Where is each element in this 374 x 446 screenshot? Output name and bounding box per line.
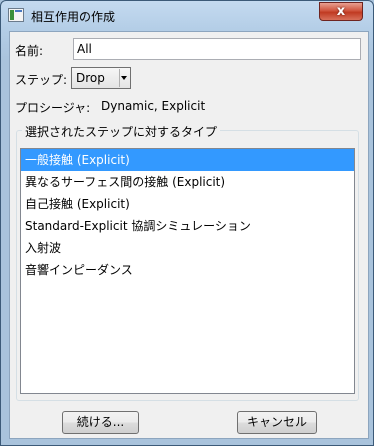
type-list-item[interactable]: 異なるサーフェス間の接触 (Explicit) bbox=[21, 171, 354, 193]
type-list[interactable]: 一般接触 (Explicit) 異なるサーフェス間の接触 (Explicit) 自己… bbox=[20, 148, 355, 394]
step-selected-value: Drop bbox=[76, 71, 105, 85]
window-title: 相互作用の作成 bbox=[31, 10, 116, 24]
name-label: 名前: bbox=[15, 44, 44, 58]
type-list-item[interactable]: 一般接触 (Explicit) bbox=[21, 149, 354, 171]
step-dropdown-button[interactable] bbox=[119, 69, 129, 87]
type-group-label: 選択されたステップに対するタイプ bbox=[22, 123, 221, 140]
type-list-item[interactable]: 入射波 bbox=[21, 237, 354, 259]
title-bar[interactable]: 相互作用の作成 x bbox=[1, 1, 373, 31]
type-list-item[interactable]: 自己接触 (Explicit) bbox=[21, 193, 354, 215]
chevron-down-icon bbox=[121, 76, 127, 80]
cancel-button[interactable]: キャンセル bbox=[237, 411, 317, 434]
dialog-window: 相互作用の作成 x 名前: ステップ: Drop プロシージャ: Dynamic… bbox=[0, 0, 374, 446]
name-input[interactable] bbox=[73, 38, 361, 60]
type-list-item[interactable]: Standard-Explicit 協調シミュレーション bbox=[21, 215, 354, 237]
procedure-value: Dynamic, Explicit bbox=[101, 99, 206, 113]
step-label: ステップ: bbox=[15, 73, 68, 87]
dialog-body: 名前: ステップ: Drop プロシージャ: Dynamic, Explicit… bbox=[9, 31, 369, 439]
procedure-label: プロシージャ: bbox=[15, 101, 91, 115]
type-list-item[interactable]: 音響インピーダンス bbox=[21, 259, 354, 281]
continue-button[interactable]: 続ける... bbox=[62, 411, 139, 434]
step-dropdown[interactable]: Drop bbox=[71, 67, 131, 89]
app-window-icon bbox=[8, 8, 24, 22]
close-button[interactable]: x bbox=[319, 2, 363, 21]
close-icon: x bbox=[336, 4, 346, 19]
